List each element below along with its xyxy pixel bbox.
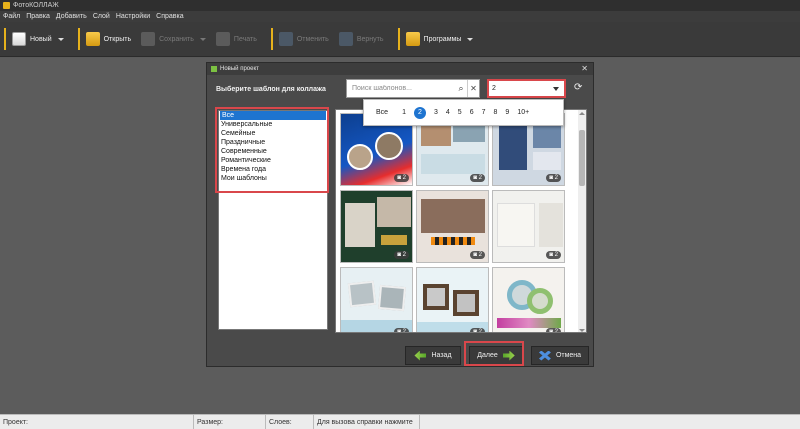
close-icon[interactable]: ✕	[581, 64, 588, 73]
category-item-universal[interactable]: Универсальные	[219, 120, 327, 129]
category-item-seasons[interactable]: Времена года	[219, 165, 327, 174]
page-dropdown: Все 1 2 3 4 5 6 7 8 9 10+	[363, 99, 564, 126]
photo-count-badge: ◙ 2	[546, 251, 561, 259]
menu-settings[interactable]: Настройки	[116, 13, 150, 20]
page-option[interactable]: 9	[505, 109, 509, 116]
page-option[interactable]: 6	[470, 109, 474, 116]
scrollbar-thumb[interactable]	[579, 130, 585, 186]
cancel-button[interactable]: Отмена	[531, 346, 589, 365]
page-option[interactable]: 3	[434, 109, 438, 116]
menu-edit[interactable]: Правка	[26, 13, 50, 20]
save-icon	[141, 32, 156, 46]
page-option[interactable]: 8	[494, 109, 498, 116]
menu-add[interactable]: Добавить	[56, 13, 87, 20]
folder-icon	[85, 32, 100, 46]
photo-count-badge: ◙ 2	[470, 328, 485, 332]
template-thumbnail[interactable]: ◙ 2	[492, 190, 565, 263]
printer-icon	[215, 32, 230, 46]
undo-button[interactable]: Отменить	[278, 27, 329, 51]
template-search: ⌕ ✕	[346, 79, 480, 98]
template-thumbnail[interactable]: ◙ 2	[492, 267, 565, 332]
photo-count-badge: ◙ 2	[394, 174, 409, 182]
scroll-up-icon[interactable]	[579, 112, 585, 115]
page-option-all[interactable]: Все	[376, 109, 388, 116]
status-size: Размер:	[194, 414, 266, 429]
page-select-value: 2	[492, 85, 496, 92]
window-title: ФотоКОЛЛАЖ	[13, 2, 59, 9]
page-option-active[interactable]: 2	[413, 106, 426, 119]
dialog-icon	[211, 66, 217, 72]
photo-count-badge: ◙ 2	[546, 328, 561, 332]
template-thumbnail[interactable]: ◙ 2	[340, 190, 413, 263]
toolbar-separator	[270, 28, 273, 50]
scroll-down-icon[interactable]	[579, 329, 585, 332]
menu-help[interactable]: Справка	[156, 13, 183, 20]
toolbar-separator	[77, 28, 80, 50]
search-input[interactable]	[347, 85, 455, 92]
app-icon	[3, 2, 10, 9]
new-document-icon	[12, 32, 26, 46]
dialog-title-bar: Новый проект ✕	[207, 63, 593, 75]
page-select[interactable]: 2	[487, 79, 566, 98]
photo-count-badge: ◙ 2	[470, 251, 485, 259]
print-button[interactable]: Печать	[215, 27, 257, 51]
page-option[interactable]: 5	[458, 109, 462, 116]
toolbar-separator	[397, 28, 400, 50]
undo-icon	[278, 32, 293, 46]
category-item-all[interactable]: Все	[220, 111, 326, 120]
back-button[interactable]: Назад	[405, 346, 461, 365]
toolbar-separator	[4, 28, 6, 50]
menu-layer[interactable]: Слой	[93, 13, 110, 20]
programs-button[interactable]: Программы	[405, 27, 474, 51]
status-help: Для вызова справки нажмите F1.	[314, 414, 420, 429]
template-thumbnail[interactable]: ◙ 2	[416, 190, 489, 263]
clear-icon[interactable]: ✕	[467, 80, 479, 97]
category-item-modern[interactable]: Современные	[219, 147, 327, 156]
category-list: Все Универсальные Семейные Праздничные С…	[218, 110, 328, 330]
page-option[interactable]: 4	[446, 109, 450, 116]
category-item-family[interactable]: Семейные	[219, 129, 327, 138]
page-option[interactable]: 1	[402, 109, 406, 116]
chevron-down-icon[interactable]	[57, 37, 64, 41]
dialog-button-bar: Назад Далее Отмена	[208, 343, 594, 367]
template-heading: Выберите шаблон для коллажа	[216, 86, 326, 93]
template-grid: ◙ 2 ◙ 2 ◙ 2 ◙ 2 ◙ 2 ◙ 2 ◙ 2 ◙ 2 ◙ 2	[335, 109, 587, 333]
search-icon[interactable]: ⌕	[455, 80, 467, 97]
template-thumbnail[interactable]: ◙ 2	[416, 267, 489, 332]
toolbar: Новый Открыть Сохранить Печать Отменить …	[0, 22, 800, 57]
status-project: Проект:	[0, 414, 194, 429]
category-item-holiday[interactable]: Праздничные	[219, 138, 327, 147]
template-grid-scrollbar[interactable]	[578, 110, 586, 332]
programs-icon	[405, 32, 420, 46]
arrow-right-icon	[502, 350, 515, 361]
cancel-icon	[538, 350, 551, 361]
dialog-title: Новый проект	[220, 66, 259, 72]
refresh-icon[interactable]: ⟳	[574, 82, 586, 94]
chevron-down-icon	[553, 87, 559, 91]
page-option-more[interactable]: 10+	[517, 109, 529, 116]
menu-file[interactable]: Файл	[3, 13, 20, 20]
new-button[interactable]: Новый	[12, 27, 64, 51]
category-item-my-templates[interactable]: Мои шаблоны	[219, 174, 327, 183]
title-bar: ФотоКОЛЛАЖ	[0, 0, 800, 11]
open-button[interactable]: Открыть	[85, 27, 131, 51]
page-option[interactable]: 7	[482, 109, 486, 116]
menu-bar: Файл Правка Добавить Слой Настройки Спра…	[0, 11, 800, 22]
template-thumbnail[interactable]: ◙ 2	[340, 267, 413, 332]
redo-icon	[338, 32, 353, 46]
photo-count-badge: ◙ 2	[394, 251, 409, 259]
status-layers: Слоев:	[266, 414, 314, 429]
category-item-romantic[interactable]: Романтические	[219, 156, 327, 165]
chevron-down-icon[interactable]	[467, 37, 474, 41]
arrow-left-icon	[414, 350, 427, 361]
status-bar: Проект: Размер: Слоев: Для вызова справк…	[0, 414, 800, 429]
next-button[interactable]: Далее	[469, 346, 523, 365]
photo-count-badge: ◙ 2	[394, 328, 409, 332]
redo-button[interactable]: Вернуть	[338, 27, 384, 51]
chevron-down-icon[interactable]	[199, 37, 206, 41]
save-button[interactable]: Сохранить	[141, 27, 206, 51]
photo-count-badge: ◙ 2	[546, 174, 561, 182]
photo-count-badge: ◙ 2	[470, 174, 485, 182]
